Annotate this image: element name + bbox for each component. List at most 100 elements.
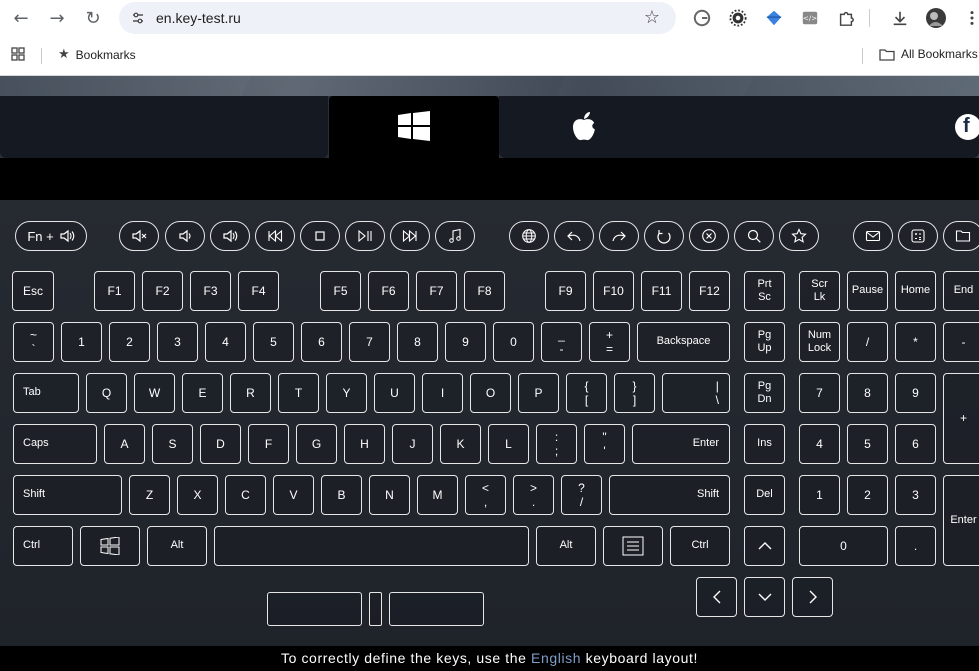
key-m[interactable]: M <box>417 475 458 515</box>
bookmark-star-icon[interactable]: ☆ <box>644 7 660 28</box>
volume-down-key[interactable] <box>165 221 205 251</box>
all-bookmarks-link[interactable]: All Bookmarks <box>879 47 978 61</box>
key-numpad-plus[interactable]: + <box>943 373 979 464</box>
browser-favorites-key[interactable] <box>779 221 819 251</box>
key-f1[interactable]: F1 <box>94 271 135 311</box>
key-f5[interactable]: F5 <box>320 271 361 311</box>
key-caps-lock[interactable]: Caps <box>13 424 97 464</box>
browser-web-key[interactable] <box>509 221 549 251</box>
key-f2[interactable]: F2 <box>142 271 183 311</box>
key-i[interactable]: I <box>422 373 463 413</box>
key-x[interactable]: X <box>177 475 218 515</box>
key-right-alt[interactable]: Alt <box>536 526 596 566</box>
key-arrow-down[interactable] <box>744 577 785 617</box>
os-tab-windows[interactable] <box>329 96 499 158</box>
menu-kebab-icon[interactable] <box>961 7 979 29</box>
key-insert[interactable]: Ins <box>744 424 785 464</box>
key-left-shift[interactable]: Shift <box>13 475 122 515</box>
key-f11[interactable]: F11 <box>641 271 682 311</box>
key-p[interactable]: P <box>518 373 559 413</box>
touchpad-left-button[interactable] <box>267 592 362 626</box>
os-tab-mac[interactable]: f <box>499 96 979 158</box>
key-space[interactable] <box>214 526 529 566</box>
key-a[interactable]: A <box>104 424 145 464</box>
calculator-key[interactable] <box>898 221 938 251</box>
browser-search-key[interactable] <box>734 221 774 251</box>
mail-key[interactable] <box>853 221 893 251</box>
key-1[interactable]: 1 <box>61 322 102 362</box>
key-numpad-divide[interactable]: / <box>847 322 888 362</box>
key-slash[interactable]: ? / <box>561 475 602 515</box>
key-numpad-0[interactable]: 0 <box>799 526 888 566</box>
key-esc[interactable]: Esc <box>12 271 54 311</box>
touchpad-middle-button[interactable] <box>369 592 382 626</box>
key-print-screen[interactable]: Prt Sc <box>744 271 785 311</box>
fn-volume-key[interactable]: Fn + <box>15 221 87 251</box>
code-extension-icon[interactable]: </> <box>799 7 821 29</box>
key-numpad-minus[interactable]: - <box>943 322 979 362</box>
bookmarks-link[interactable]: ★ Bookmarks <box>58 47 136 62</box>
key-f4[interactable]: F4 <box>238 271 279 311</box>
key-numpad-9[interactable]: 9 <box>895 373 936 413</box>
key-right-bracket[interactable]: }] <box>614 373 655 413</box>
key-k[interactable]: K <box>440 424 481 464</box>
facebook-icon[interactable]: f <box>955 114 979 140</box>
key-f12[interactable]: F12 <box>689 271 730 311</box>
browser-refresh-key[interactable] <box>644 221 684 251</box>
key-n[interactable]: N <box>369 475 410 515</box>
grammarly-extension-icon[interactable] <box>691 7 713 29</box>
key-backspace[interactable]: Backspace <box>637 322 730 362</box>
key-enter[interactable]: Enter <box>632 424 730 464</box>
gear-extension-icon[interactable] <box>727 7 749 29</box>
key-minus[interactable]: _ - <box>541 322 582 362</box>
key-j[interactable]: J <box>392 424 433 464</box>
key-context-menu[interactable] <box>603 526 663 566</box>
key-2[interactable]: 2 <box>109 322 150 362</box>
site-settings-icon[interactable] <box>131 11 145 25</box>
key-tab[interactable]: Tab <box>13 373 79 413</box>
stop-key[interactable] <box>300 221 340 251</box>
key-h[interactable]: H <box>344 424 385 464</box>
key-f6[interactable]: F6 <box>368 271 409 311</box>
key-home[interactable]: Home <box>895 271 936 311</box>
key-r[interactable]: R <box>230 373 271 413</box>
key-0[interactable]: 0 <box>493 322 534 362</box>
key-numpad-enter[interactable]: Enter <box>943 475 979 566</box>
key-f3[interactable]: F3 <box>190 271 231 311</box>
browser-forward-key[interactable] <box>599 221 639 251</box>
key-f9[interactable]: F9 <box>545 271 586 311</box>
key-right-ctrl[interactable]: Ctrl <box>670 526 730 566</box>
key-semicolon[interactable]: :; <box>536 424 577 464</box>
extensions-puzzle-icon[interactable] <box>835 7 857 29</box>
address-bar[interactable]: en.key-test.ru ☆ <box>119 2 676 34</box>
key-g[interactable]: G <box>296 424 337 464</box>
browser-stop-key[interactable] <box>689 221 729 251</box>
key-arrow-left[interactable] <box>696 577 737 617</box>
key-numpad-1[interactable]: 1 <box>799 475 840 515</box>
forward-button[interactable]: → <box>43 4 71 32</box>
key-numpad-2[interactable]: 2 <box>847 475 888 515</box>
download-icon[interactable] <box>889 7 911 29</box>
reload-button[interactable]: ↻ <box>79 4 107 32</box>
key-numpad-5[interactable]: 5 <box>847 424 888 464</box>
profile-avatar[interactable] <box>925 7 947 29</box>
key-end[interactable]: End <box>943 271 979 311</box>
key-page-down[interactable]: Pg Dn <box>744 373 785 413</box>
key-numpad-multiply[interactable]: * <box>895 322 936 362</box>
key-quote[interactable]: " ' <box>584 424 625 464</box>
next-track-key[interactable] <box>390 221 430 251</box>
key-windows[interactable] <box>80 526 140 566</box>
key-f8[interactable]: F8 <box>464 271 505 311</box>
key-left-ctrl[interactable]: Ctrl <box>13 526 73 566</box>
key-u[interactable]: U <box>374 373 415 413</box>
mute-key[interactable] <box>119 221 159 251</box>
key-pause[interactable]: Pause <box>847 271 888 311</box>
key-e[interactable]: E <box>182 373 223 413</box>
previous-track-key[interactable] <box>255 221 295 251</box>
key-comma[interactable]: <, <box>465 475 506 515</box>
key-5[interactable]: 5 <box>253 322 294 362</box>
diamond-extension-icon[interactable] <box>763 7 785 29</box>
key-period[interactable]: >. <box>513 475 554 515</box>
key-c[interactable]: C <box>225 475 266 515</box>
key-t[interactable]: T <box>278 373 319 413</box>
